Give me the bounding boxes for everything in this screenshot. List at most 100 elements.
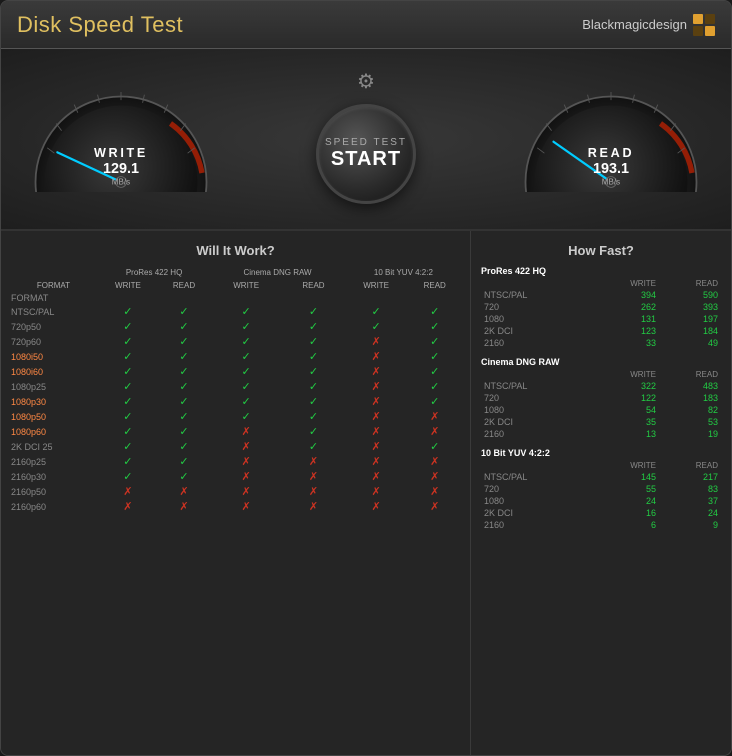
start-button-main: START (331, 148, 401, 171)
hf-row: 216069 (481, 519, 721, 531)
hf-row: 2K DCI123184 (481, 325, 721, 337)
check-cell: ✓ (407, 364, 462, 379)
svg-text:MB/s: MB/s (602, 177, 620, 186)
cross-icon: ✗ (372, 456, 381, 468)
prores-write-sub: WRITE (98, 279, 158, 292)
check-cell: ✗ (407, 469, 462, 484)
check-cell: ✓ (407, 394, 462, 409)
check-icon: ✓ (430, 306, 439, 318)
check-cell: ✗ (98, 484, 158, 499)
format-cell: NTSC/PAL (9, 304, 98, 319)
check-cell: ✗ (210, 469, 282, 484)
check-cell: ✗ (345, 499, 408, 514)
hf-format-cell: NTSC/PAL (481, 289, 589, 301)
hf-write-cell: 16 (589, 507, 659, 519)
hf-row: NTSC/PAL145217 (481, 471, 721, 483)
hf-format-cell: 2K DCI (481, 325, 589, 337)
check-cell: ✗ (98, 499, 158, 514)
cross-icon: ✗ (372, 486, 381, 498)
check-icon: ✓ (430, 336, 439, 348)
cdng-read-sub: READ (282, 279, 345, 292)
hf-format-cell: NTSC/PAL (481, 471, 589, 483)
gear-icon[interactable]: ⚙ (357, 69, 375, 94)
cross-icon: ✗ (309, 456, 318, 468)
check-cell (210, 292, 282, 304)
hf-col-header: WRITE (589, 278, 659, 289)
format-cell: 1080i60 (9, 364, 98, 379)
check-icon: ✓ (242, 411, 251, 423)
hf-group: Cinema DNG RAWWRITEREADNTSC/PAL322483720… (481, 357, 721, 440)
hf-col-header: WRITE (589, 369, 659, 380)
svg-text:MB/s: MB/s (112, 177, 130, 186)
hf-row: 720122183 (481, 392, 721, 404)
check-cell: ✓ (98, 364, 158, 379)
check-cell: ✗ (158, 499, 210, 514)
cross-icon: ✗ (372, 501, 381, 513)
hf-write-cell: 33 (589, 337, 659, 349)
cross-icon: ✗ (123, 486, 132, 498)
check-icon: ✓ (430, 351, 439, 363)
check-cell: ✓ (345, 304, 408, 319)
hf-col-header: READ (659, 369, 721, 380)
check-icon: ✓ (242, 336, 251, 348)
check-icon: ✓ (123, 396, 132, 408)
hf-col-header (481, 278, 589, 289)
hf-read-cell: 483 (659, 380, 721, 392)
hf-write-cell: 24 (589, 495, 659, 507)
prores-header: ProRes 422 HQ (98, 266, 210, 279)
cross-icon: ✗ (242, 501, 251, 513)
cross-icon: ✗ (372, 411, 381, 423)
hf-col-header: READ (659, 460, 721, 471)
check-cell: ✗ (345, 334, 408, 349)
prores-read-sub: READ (158, 279, 210, 292)
check-icon: ✓ (179, 381, 188, 393)
check-icon: ✓ (123, 426, 132, 438)
check-cell: ✓ (282, 409, 345, 424)
format-sub: FORMAT (9, 279, 98, 292)
app-title: Disk Speed Test (17, 12, 183, 38)
check-icon: ✓ (179, 336, 188, 348)
check-icon: ✓ (242, 396, 251, 408)
check-cell: ✓ (98, 439, 158, 454)
svg-text:READ: READ (588, 145, 634, 159)
check-cell: ✓ (98, 394, 158, 409)
brand-sq-1 (693, 14, 703, 24)
check-cell: ✓ (98, 409, 158, 424)
check-icon: ✓ (430, 366, 439, 378)
format-cell: 2160p60 (9, 499, 98, 514)
hf-format-cell: 1080 (481, 404, 589, 416)
check-icon: ✓ (430, 441, 439, 453)
hf-read-cell: 197 (659, 313, 721, 325)
check-icon: ✓ (309, 321, 318, 333)
check-cell (158, 292, 210, 304)
read-gauge-svg: READ 193.1 MB/s (521, 82, 701, 192)
check-icon: ✓ (123, 381, 132, 393)
hf-format-cell: 2160 (481, 519, 589, 531)
start-button[interactable]: SPEED TEST START (316, 104, 416, 204)
format-cell: FORMAT (9, 292, 98, 304)
check-cell: ✓ (98, 469, 158, 484)
cross-icon: ✗ (372, 426, 381, 438)
check-cell: ✓ (210, 379, 282, 394)
check-cell: ✗ (210, 439, 282, 454)
check-icon: ✓ (372, 306, 381, 318)
svg-text:WRITE: WRITE (94, 145, 148, 159)
check-cell: ✗ (345, 439, 408, 454)
check-icon: ✓ (179, 471, 188, 483)
check-icon: ✓ (309, 381, 318, 393)
check-cell: ✓ (98, 319, 158, 334)
cross-icon: ✗ (309, 486, 318, 498)
cross-icon: ✗ (242, 486, 251, 498)
format-cell: 1080p60 (9, 424, 98, 439)
check-cell: ✓ (407, 379, 462, 394)
check-icon: ✓ (179, 426, 188, 438)
cross-icon: ✗ (372, 336, 381, 348)
check-icon: ✓ (123, 336, 132, 348)
check-cell: ✗ (345, 349, 408, 364)
check-cell (282, 292, 345, 304)
check-cell: ✓ (158, 454, 210, 469)
hf-read-cell: 19 (659, 428, 721, 440)
cross-icon: ✗ (309, 501, 318, 513)
cross-icon: ✗ (372, 366, 381, 378)
write-gauge: WRITE 129.1 MB/s (31, 82, 211, 192)
